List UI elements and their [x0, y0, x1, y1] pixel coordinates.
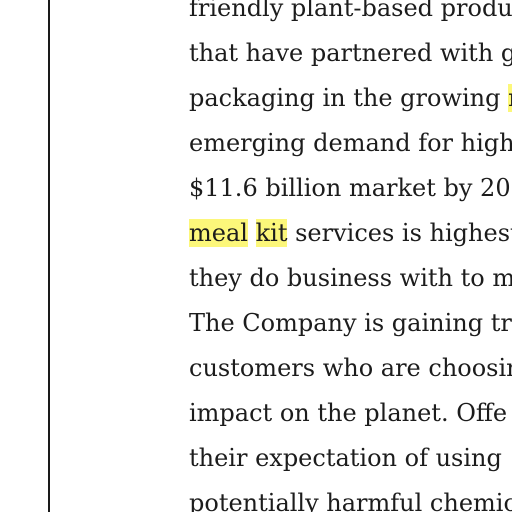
text-line-8: The Company is gaining tr — [189, 309, 512, 337]
text-segment: packaging in the growing — [189, 84, 509, 112]
highlighted-text: n — [508, 84, 512, 112]
body-text: friendly plant-based produ that have par… — [189, 0, 512, 512]
text-segment — [248, 219, 256, 247]
text-line-12: potentially harmful chemic — [189, 489, 512, 512]
text-line-5: $11.6 billion market by 20 — [189, 174, 511, 202]
document-page: friendly plant-based produ that have par… — [0, 0, 512, 512]
page-border-line — [48, 0, 50, 512]
text-line-2: that have partnered with g — [189, 39, 512, 67]
text-line-7: they do business with to m — [189, 264, 512, 292]
text-line-6: meal kit services is highest — [189, 211, 512, 256]
highlighted-text-meal: meal — [189, 219, 248, 247]
text-segment: services is highest — [287, 219, 512, 247]
text-line-11: their expectation of using — [189, 444, 502, 472]
text-line-4: emerging demand for high — [189, 129, 512, 157]
text-line-3: packaging in the growing n — [189, 76, 512, 121]
text-line-10: impact on the planet. Offe — [189, 399, 508, 427]
highlighted-text-kit: kit — [255, 219, 288, 247]
text-line-1: friendly plant-based produ — [189, 0, 512, 22]
text-line-9: customers who are choosin — [189, 354, 512, 382]
